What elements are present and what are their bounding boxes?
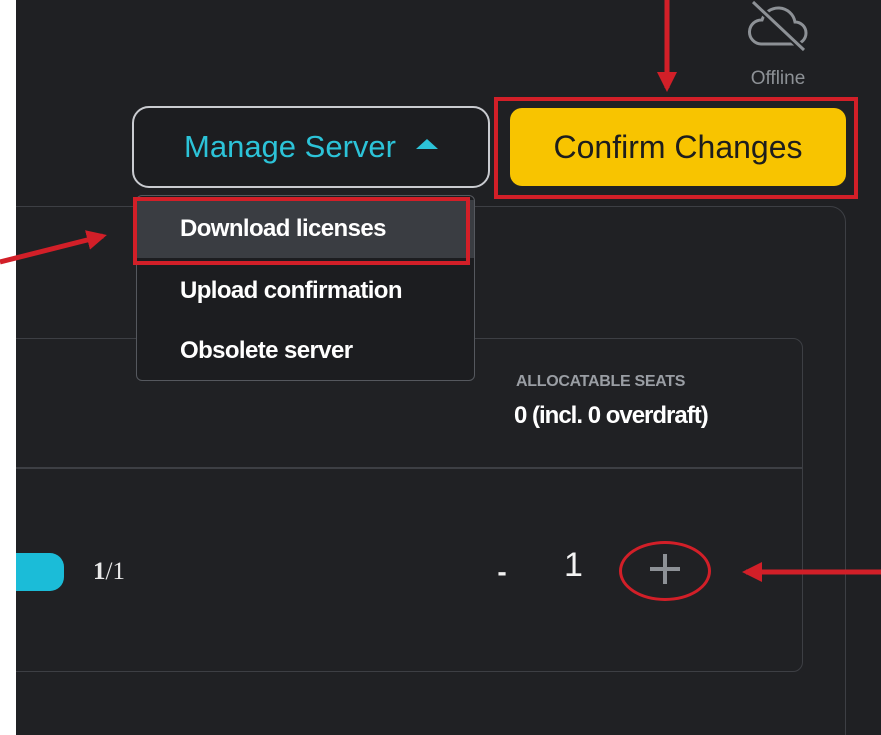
used-count: 1 xyxy=(93,558,106,585)
usage-bar xyxy=(16,553,64,591)
usage-ratio: 1/1 xyxy=(93,558,125,586)
menu-item-obsolete-server[interactable]: Obsolete server xyxy=(137,322,474,380)
manage-server-button[interactable]: Manage Server xyxy=(132,106,490,188)
app-window: Offline Manage Server Confirm Changes AL… xyxy=(16,0,881,735)
annotation-highlight-download xyxy=(133,197,470,265)
manage-server-label: Manage Server xyxy=(184,129,396,164)
allocatable-seats-heading: ALLOCATABLE SEATS xyxy=(516,373,686,390)
annotation-highlight-confirm xyxy=(494,97,858,199)
annotation-circle-increment xyxy=(619,541,711,601)
offline-label: Offline xyxy=(750,68,806,89)
offline-status: Offline xyxy=(728,0,820,96)
quantity-value: 1 xyxy=(564,546,583,584)
total-count: 1 xyxy=(112,558,125,585)
cloud-offline-icon xyxy=(748,0,808,52)
card-divider xyxy=(16,467,802,469)
caret-up-icon xyxy=(415,139,438,149)
decrement-button[interactable]: - xyxy=(490,556,514,587)
menu-item-upload-confirmation[interactable]: Upload confirmation xyxy=(137,262,474,320)
allocatable-seats-value: 0 (incl. 0 overdraft) xyxy=(514,402,709,429)
